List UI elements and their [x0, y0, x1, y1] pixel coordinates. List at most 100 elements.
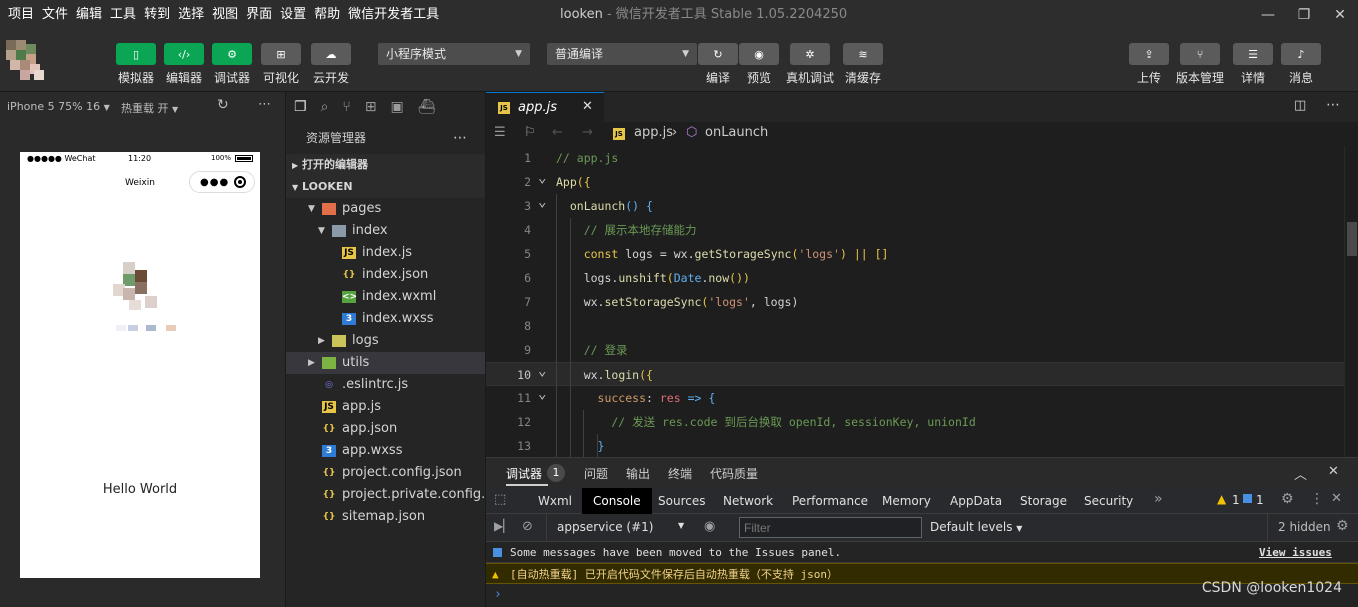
- rotate-icon[interactable]: ↻: [217, 97, 229, 113]
- tab-problems[interactable]: 问题: [584, 465, 608, 482]
- code-line[interactable]: 13 }: [486, 434, 1344, 458]
- breadcrumb-file[interactable]: app.js: [634, 125, 673, 140]
- close-panel-icon[interactable]: ✕: [1328, 464, 1339, 479]
- fold-chevron-icon[interactable]: ⌄: [538, 359, 546, 383]
- simulator-button[interactable]: ▯ 模拟器: [116, 43, 156, 86]
- avatar[interactable]: [6, 40, 48, 80]
- menu-item-6[interactable]: 视图: [208, 0, 242, 30]
- menu-item-3[interactable]: 工具: [106, 0, 140, 30]
- menu-item-0[interactable]: 项目: [4, 0, 38, 30]
- breadcrumb-symbol[interactable]: onLaunch: [705, 125, 768, 140]
- editor-scrollbar[interactable]: [1344, 146, 1358, 457]
- compile-button[interactable]: ↻ 编译: [698, 43, 738, 86]
- back-icon[interactable]: ←: [552, 125, 563, 140]
- messages-button[interactable]: ♪ 消息: [1281, 43, 1321, 86]
- upload-button[interactable]: ⇪ 上传: [1129, 43, 1169, 86]
- context-select[interactable]: appservice (#1) ▼: [546, 514, 694, 542]
- list-icon[interactable]: ☰: [494, 125, 506, 140]
- fold-chevron-icon[interactable]: ⌄: [538, 190, 546, 214]
- tree-item-index[interactable]: ▼ index: [286, 220, 485, 242]
- tab-terminal[interactable]: 终端: [668, 465, 692, 482]
- capsule-close-icon[interactable]: [234, 176, 246, 188]
- devtools-tab-memory[interactable]: Memory: [882, 488, 931, 514]
- menu-item-9[interactable]: 帮助: [310, 0, 344, 30]
- tree-item-pages[interactable]: ▼ pages: [286, 198, 485, 220]
- tree-item--eslintrc-js[interactable]: ◎ .eslintrc.js: [286, 374, 485, 396]
- menu-item-1[interactable]: 文件: [38, 0, 72, 30]
- version-button[interactable]: ⑂ 版本管理: [1176, 43, 1224, 86]
- code-line[interactable]: 7 wx.setStorageSync('logs', logs): [486, 290, 1344, 314]
- tree-item-project-config-json[interactable]: {} project.config.json: [286, 462, 485, 484]
- code-line[interactable]: 10 ⌄ wx.login({: [486, 362, 1344, 386]
- close-tab-icon[interactable]: ✕: [582, 99, 593, 114]
- more-icon[interactable]: ⋯: [1326, 97, 1340, 113]
- tab-output[interactable]: 输出: [626, 465, 650, 482]
- code-line[interactable]: 9 // 登录: [486, 338, 1344, 362]
- tree-item-index-json[interactable]: {} index.json: [286, 264, 485, 286]
- tree-item-utils[interactable]: ▶ utils: [286, 352, 485, 374]
- menu-item-2[interactable]: 编辑: [72, 0, 106, 30]
- code-line[interactable]: 2 ⌄ App({: [486, 170, 1344, 194]
- project-section[interactable]: ▼ LOOKEN: [286, 176, 485, 198]
- code-line[interactable]: 6 logs.unshift(Date.now()): [486, 266, 1344, 290]
- info-count[interactable]: 1: [1256, 493, 1264, 507]
- compile-select[interactable]: 普通编译 ▼: [547, 43, 697, 65]
- kebab-icon[interactable]: ⋮: [1310, 491, 1324, 507]
- docker-icon[interactable]: ⛴: [418, 99, 436, 115]
- search-icon[interactable]: ⌕: [321, 99, 329, 115]
- minimize-button[interactable]: —: [1250, 0, 1286, 30]
- fold-chevron-icon[interactable]: ⌄: [538, 166, 546, 190]
- tree-item-sitemap-json[interactable]: {} sitemap.json: [286, 506, 485, 528]
- tree-item-app-json[interactable]: {} app.json: [286, 418, 485, 440]
- code-line[interactable]: 8: [486, 314, 1344, 338]
- menu-item-4[interactable]: 转到: [140, 0, 174, 30]
- split-editor-icon[interactable]: ◫: [1294, 98, 1306, 113]
- code-line[interactable]: 1 // app.js: [486, 146, 1344, 170]
- close-devtools-icon[interactable]: ✕: [1331, 491, 1342, 506]
- inspect-icon[interactable]: ⬚: [494, 492, 506, 507]
- tab-app-js[interactable]: JS app.js ✕: [486, 92, 604, 122]
- tab-debugger[interactable]: 调试器: [506, 465, 542, 482]
- clear-cache-button[interactable]: ≋ 清缓存: [843, 43, 883, 86]
- device-select[interactable]: iPhone 5 75% 16 ▼: [7, 100, 110, 113]
- tree-item-app-wxss[interactable]: 3 app.wxss: [286, 440, 485, 462]
- capsule-menu[interactable]: ●●●: [189, 171, 255, 193]
- code-line[interactable]: 5 const logs = wx.getStorageSync('logs')…: [486, 242, 1344, 266]
- remote-debug-button[interactable]: ✲ 真机调试: [786, 43, 834, 86]
- more-icon[interactable]: ⋯: [258, 97, 271, 112]
- console-settings-icon[interactable]: ⚙: [1336, 518, 1349, 534]
- open-editors-section[interactable]: ▶ 打开的编辑器: [286, 154, 485, 176]
- view-issues-link[interactable]: View issues: [1259, 542, 1332, 563]
- clear-console-icon[interactable]: ⊘: [522, 519, 533, 534]
- editor-button[interactable]: ‹/› 编辑器: [164, 43, 204, 86]
- maximize-button[interactable]: ❐: [1286, 0, 1322, 30]
- code-line[interactable]: 3 ⌄ onLaunch() {: [486, 194, 1344, 218]
- fold-chevron-icon[interactable]: ⌄: [538, 382, 546, 406]
- details-button[interactable]: ☰ 详情: [1233, 43, 1273, 86]
- more-tabs-icon[interactable]: »: [1154, 491, 1163, 507]
- extensions-icon[interactable]: ⊞: [365, 99, 377, 115]
- warning-count[interactable]: 1: [1232, 493, 1240, 507]
- chevron-up-icon[interactable]: ︿: [1294, 464, 1307, 483]
- devtools-tab-wxml[interactable]: Wxml: [538, 488, 572, 514]
- tree-item-index-js[interactable]: JS index.js: [286, 242, 485, 264]
- tree-item-index-wxss[interactable]: 3 index.wxss: [286, 308, 485, 330]
- mode-select[interactable]: 小程序模式 ▼: [378, 43, 530, 65]
- eye-icon[interactable]: ◉: [704, 519, 715, 534]
- tree-item-project-private-config-js-[interactable]: {} project.private.config.js...: [286, 484, 485, 506]
- code-line[interactable]: 12 // 发送 res.code 到后台换取 openId, sessionK…: [486, 410, 1344, 434]
- scrollbar-thumb[interactable]: [1347, 222, 1357, 256]
- levels-select[interactable]: Default levels ▼: [930, 520, 1022, 534]
- code-area[interactable]: 1// app.js 2 ⌄ App({3 ⌄ onLaunch() {4 // 展示本…: [486, 146, 1358, 458]
- cloud-button[interactable]: ☁ 云开发: [311, 43, 351, 86]
- menu-item-8[interactable]: 设置: [276, 0, 310, 30]
- code-line[interactable]: 11 ⌄ success: res => {: [486, 386, 1344, 410]
- filter-input[interactable]: [739, 517, 922, 538]
- more-icon[interactable]: ⋯: [453, 122, 467, 154]
- settings-gear-icon[interactable]: ⚙: [1281, 491, 1294, 507]
- tab-code-quality[interactable]: 代码质量: [710, 465, 758, 482]
- tree-item-index-wxml[interactable]: <> index.wxml: [286, 286, 485, 308]
- devtools-tab-sources[interactable]: Sources: [658, 488, 705, 514]
- menu-item-10[interactable]: 微信开发者工具: [344, 0, 443, 30]
- preview-button[interactable]: ◉ 预览: [739, 43, 779, 86]
